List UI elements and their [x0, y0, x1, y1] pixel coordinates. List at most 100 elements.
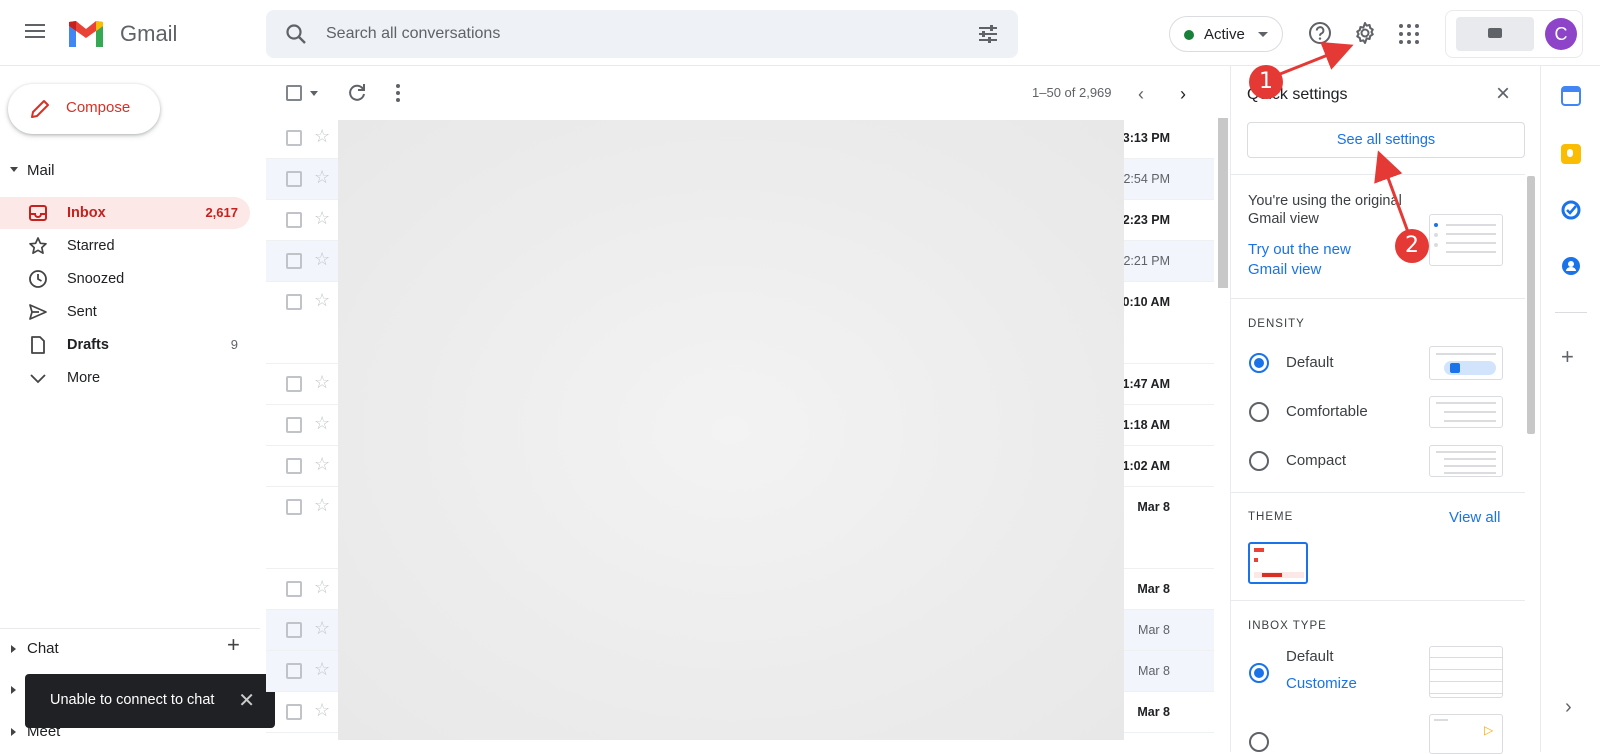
inbox-type-default-radio[interactable] [1249, 663, 1269, 683]
row-time: 1:02 AM [1122, 459, 1170, 473]
divider [0, 628, 260, 629]
keep-icon[interactable] [1561, 144, 1581, 164]
new-chat-plus-icon[interactable]: + [227, 632, 240, 658]
inbox-icon [29, 205, 47, 221]
theme-default-thumbnail[interactable] [1248, 542, 1308, 584]
row-time: 3:13 PM [1122, 131, 1170, 145]
row-checkbox[interactable] [286, 458, 302, 474]
sidebar-item-more[interactable]: More [0, 362, 250, 394]
star-icon[interactable]: ☆ [314, 618, 330, 639]
gmail-logo-icon[interactable] [66, 17, 106, 49]
density-comfortable-radio[interactable] [1249, 402, 1269, 422]
toast-message: Unable to connect to chat [50, 692, 215, 708]
row-checkbox[interactable] [286, 376, 302, 392]
row-time: Mar 8 [1138, 664, 1170, 678]
star-icon[interactable]: ☆ [314, 495, 330, 516]
star-icon[interactable]: ☆ [314, 290, 330, 311]
sidebar-item-snoozed[interactable]: Snoozed [0, 263, 250, 295]
row-checkbox[interactable] [286, 663, 302, 679]
density-comfortable-preview [1429, 396, 1503, 428]
star-icon[interactable]: ☆ [314, 700, 330, 721]
customize-inbox-link[interactable]: Customize [1286, 674, 1357, 694]
main-menu-icon[interactable] [22, 20, 48, 46]
star-icon[interactable]: ☆ [314, 167, 330, 188]
row-checkbox[interactable] [286, 704, 302, 720]
status-selector[interactable]: Active [1169, 16, 1283, 52]
older-page-chevron-right-icon[interactable]: › [1180, 84, 1186, 105]
row-time: 1:18 AM [1122, 418, 1170, 432]
density-default-radio[interactable] [1249, 353, 1269, 373]
chat-section-toggle[interactable]: Chat [0, 634, 260, 664]
sidebar-item-label: More [67, 370, 101, 386]
star-icon[interactable]: ☆ [314, 577, 330, 598]
star-icon[interactable]: ☆ [314, 126, 330, 147]
caret-right-icon [11, 686, 16, 694]
select-all-checkbox[interactable] [286, 85, 302, 101]
star-icon[interactable]: ☆ [314, 454, 330, 475]
theme-heading: THEME [1248, 511, 1294, 523]
row-checkbox[interactable] [286, 499, 302, 515]
inbox-type-label: Default [1286, 648, 1334, 665]
star-icon [29, 237, 47, 255]
select-menu-chevron-icon[interactable] [310, 91, 318, 96]
more-vert-icon[interactable] [388, 81, 408, 105]
compose-button[interactable]: Compose [8, 84, 160, 134]
inbox-type-important-first-radio[interactable] [1249, 732, 1269, 752]
sidebar-item-starred[interactable]: Starred [0, 230, 250, 262]
expand-side-panel-chevron-right-icon[interactable]: › [1565, 696, 1572, 719]
row-checkbox[interactable] [286, 417, 302, 433]
search-input[interactable]: Search all conversations [326, 25, 500, 43]
refresh-icon[interactable] [345, 81, 369, 105]
theme-view-all-link[interactable]: View all [1449, 508, 1500, 528]
search-icon[interactable] [284, 22, 308, 46]
calendar-icon[interactable] [1561, 86, 1581, 106]
mail-list-scrollbar[interactable] [1218, 118, 1228, 288]
row-time: 2:54 PM [1123, 172, 1170, 186]
star-icon[interactable]: ☆ [314, 659, 330, 680]
row-checkbox[interactable] [286, 622, 302, 638]
row-checkbox[interactable] [286, 171, 302, 187]
divider [1231, 492, 1525, 493]
search-bar[interactable]: Search all conversations [266, 10, 1018, 58]
density-default-preview [1429, 346, 1503, 380]
contacts-icon[interactable] [1561, 256, 1581, 276]
row-checkbox[interactable] [286, 294, 302, 310]
status-label: Active [1204, 26, 1245, 43]
sidebar-item-label: Inbox [67, 205, 106, 221]
status-dot [1184, 30, 1194, 40]
density-compact-preview [1429, 445, 1503, 477]
sidebar-item-inbox[interactable]: Inbox 2,617 [0, 197, 250, 229]
close-icon[interactable]: ✕ [238, 688, 255, 713]
row-time: 2:21 PM [1123, 254, 1170, 268]
row-checkbox[interactable] [286, 212, 302, 228]
mail-section-label: Mail [27, 162, 55, 179]
row-checkbox[interactable] [286, 581, 302, 597]
star-icon[interactable]: ☆ [314, 208, 330, 229]
try-new-gmail-view-link[interactable]: Try out the new Gmail view [1248, 240, 1378, 280]
star-icon[interactable]: ☆ [314, 249, 330, 270]
star-icon[interactable]: ☆ [314, 413, 330, 434]
close-icon[interactable]: × [1496, 80, 1510, 108]
settings-gear-icon[interactable] [1352, 20, 1378, 46]
row-checkbox[interactable] [286, 130, 302, 146]
draft-file-icon [31, 336, 45, 354]
sidebar-item-sent[interactable]: Sent [0, 296, 250, 328]
chevron-down-icon [30, 374, 46, 384]
sidebar-item-drafts[interactable]: Drafts 9 [0, 329, 250, 361]
mail-section-toggle[interactable]: Mail [0, 156, 260, 186]
chat-section-label: Chat [27, 640, 59, 657]
quick-settings-scrollbar[interactable] [1527, 176, 1535, 434]
tasks-icon[interactable] [1561, 200, 1581, 220]
google-apps-icon[interactable] [1399, 24, 1419, 44]
density-compact-radio[interactable] [1249, 451, 1269, 471]
avatar[interactable]: C [1545, 18, 1577, 50]
row-checkbox[interactable] [286, 253, 302, 269]
density-option-label: Comfortable [1286, 403, 1368, 420]
help-icon[interactable] [1307, 20, 1333, 46]
get-addons-plus-icon[interactable]: + [1561, 344, 1574, 370]
newer-page-chevron-left-icon[interactable]: ‹ [1138, 84, 1144, 105]
search-options-icon[interactable] [976, 22, 1000, 46]
star-icon[interactable]: ☆ [314, 372, 330, 393]
see-all-settings-button[interactable]: See all settings [1247, 122, 1525, 158]
divider [1231, 174, 1525, 175]
